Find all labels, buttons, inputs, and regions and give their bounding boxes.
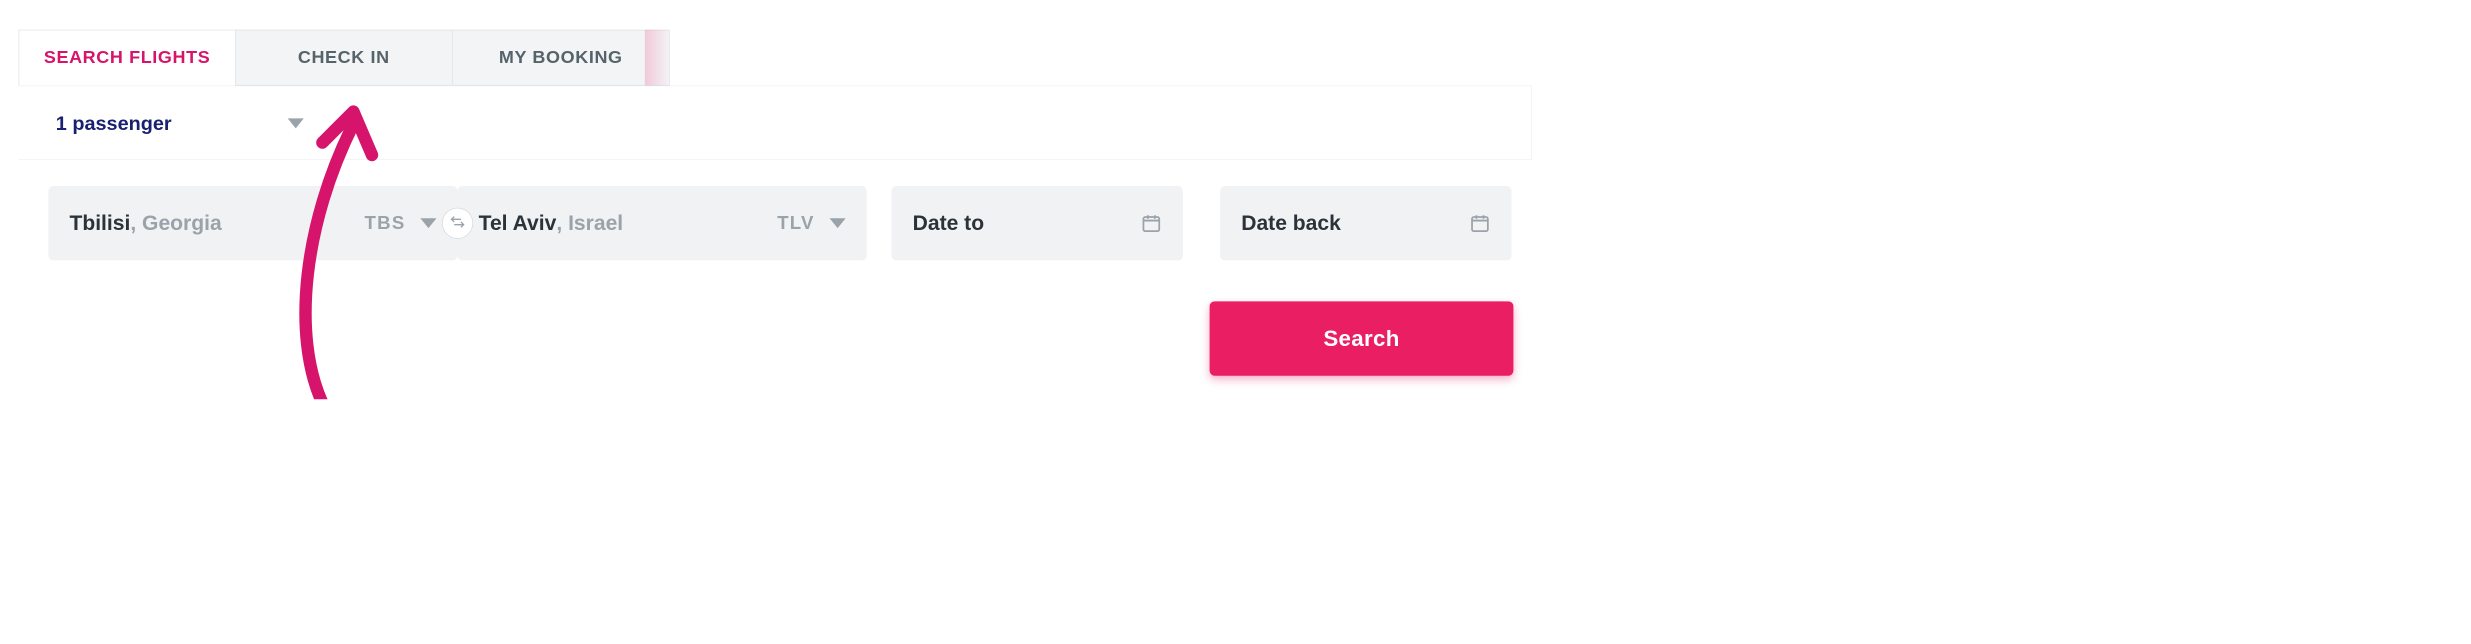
date-to-field[interactable]: Date to <box>892 186 1183 260</box>
chevron-down-icon <box>420 218 436 228</box>
date-to-label: Date to <box>913 211 984 235</box>
destination-city: Tel Aviv <box>479 211 557 235</box>
decorative-highlight <box>645 30 670 86</box>
calendar-icon <box>1469 213 1490 234</box>
tab-check-in[interactable]: Check In <box>236 30 453 86</box>
chevron-down-icon <box>830 218 846 228</box>
destination-code: TLV <box>777 213 814 234</box>
passenger-strip: 1 passenger <box>19 86 1532 160</box>
tab-search-flights[interactable]: Search Flights <box>19 30 236 86</box>
tab-label: Search Flights <box>44 48 211 68</box>
chevron-down-icon <box>288 118 304 128</box>
search-row: Tbilisi , Georgia TBS Tel Aviv , Israel … <box>48 186 1513 260</box>
origin-country: , Georgia <box>130 211 221 235</box>
tab-label: My Booking <box>499 47 623 67</box>
tab-bar: Search Flights Check In My Booking <box>19 30 670 86</box>
search-button[interactable]: Search <box>1210 301 1514 375</box>
swap-button[interactable] <box>442 208 473 239</box>
calendar-icon <box>1141 213 1162 234</box>
swap-icon <box>450 214 466 233</box>
destination-country: , Israel <box>556 211 623 235</box>
passenger-label: 1 passenger <box>56 112 172 135</box>
date-back-label: Date back <box>1241 211 1341 235</box>
origin-field[interactable]: Tbilisi , Georgia TBS <box>48 186 457 260</box>
origin-code: TBS <box>365 213 406 234</box>
origin-city: Tbilisi <box>69 211 130 235</box>
tab-my-booking[interactable]: My Booking <box>453 30 670 86</box>
passenger-dropdown[interactable]: 1 passenger <box>56 105 304 142</box>
search-button-label: Search <box>1323 326 1399 351</box>
date-back-field[interactable]: Date back <box>1220 186 1511 260</box>
tab-label: Check In <box>298 47 390 67</box>
destination-field[interactable]: Tel Aviv , Israel TLV <box>458 186 867 260</box>
